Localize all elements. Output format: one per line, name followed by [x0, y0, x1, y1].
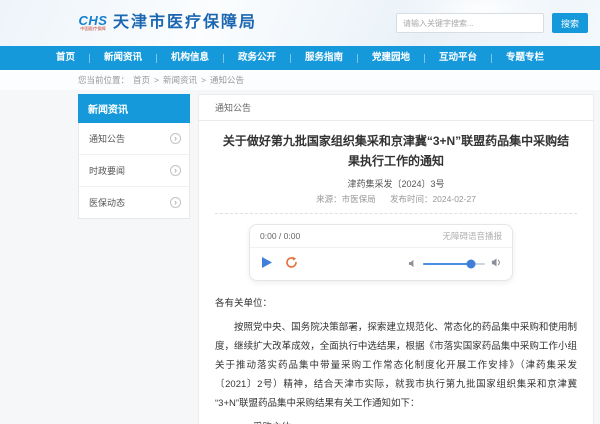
- nav-item-service-guide[interactable]: 服务指南: [291, 46, 357, 70]
- chs-logo-icon: CHS 中国医疗保障: [78, 14, 108, 32]
- sidebar-item-notices[interactable]: 通知公告 ›: [79, 123, 189, 155]
- chevron-right-icon: ›: [170, 133, 181, 144]
- breadcrumb-separator: >: [154, 75, 159, 85]
- replay-button[interactable]: [285, 256, 298, 272]
- article-meta: 来源：市医保局 发布时间：2024-02-27: [215, 193, 577, 205]
- breadcrumb: 您当前位置： 首页 > 新闻资讯 > 通知公告: [0, 70, 600, 90]
- breadcrumb-separator: >: [201, 75, 206, 85]
- nav-item-special-topics[interactable]: 专题专栏: [492, 46, 558, 70]
- nav-item-news[interactable]: 新闻资讯: [90, 46, 156, 70]
- nav-item-party[interactable]: 党建园地: [358, 46, 424, 70]
- sidebar-title: 新闻资讯: [78, 94, 190, 123]
- search-input[interactable]: [396, 13, 544, 33]
- category-label: 通知公告: [199, 95, 593, 121]
- sidebar-item-label: 通知公告: [89, 132, 125, 145]
- article-body: 各有关单位： 按照党中央、国务院决策部署，探索建立规范化、常态化的药品集中采购和…: [215, 294, 577, 424]
- play-button[interactable]: [260, 256, 273, 272]
- logo-subtext: 中国医疗保障: [80, 27, 106, 31]
- breadcrumb-section[interactable]: 新闻资讯: [163, 74, 197, 86]
- search-button[interactable]: 搜索: [552, 13, 588, 33]
- breadcrumb-current[interactable]: 通知公告: [210, 74, 244, 86]
- replay-icon: [285, 256, 298, 272]
- volume-control: [408, 255, 502, 273]
- nav-item-interaction[interactable]: 互动平台: [425, 46, 491, 70]
- audio-time: 0:00 / 0:00: [260, 231, 300, 241]
- nav-item-org-info[interactable]: 机构信息: [157, 46, 223, 70]
- section-heading-1: 一、采购主体: [215, 418, 577, 424]
- sidebar-menu: 通知公告 › 时政要闻 › 医保动态 ›: [78, 123, 190, 219]
- search-box: 搜索: [396, 13, 588, 33]
- volume-fill: [423, 263, 471, 265]
- site-header: CHS 中国医疗保障 天津市医疗保障局 搜索: [0, 0, 600, 46]
- site-logo[interactable]: CHS 中国医疗保障 天津市医疗保障局: [78, 14, 257, 32]
- nav-item-home[interactable]: 首页: [42, 46, 89, 70]
- paragraph-salutation: 各有关单位：: [215, 294, 577, 313]
- audio-player-controls: [250, 248, 512, 280]
- volume-slider[interactable]: [423, 263, 485, 265]
- site-title: 天津市医疗保障局: [113, 14, 257, 32]
- logo-abbr: CHS: [79, 14, 108, 27]
- paragraph-intro: 按照党中央、国务院决策部署，探索建立规范化、常态化的药品集中采购和使用制度，继续…: [215, 318, 577, 413]
- play-icon: [260, 256, 273, 272]
- main-nav: 首页 新闻资讯 机构信息 政务公开 服务指南 党建园地 互动平台 专题专栏: [0, 46, 600, 70]
- sidebar-item-label: 医保动态: [89, 196, 125, 209]
- volume-thumb[interactable]: [467, 259, 476, 268]
- document-number: 津药集采发〔2024〕3号: [215, 177, 577, 190]
- article-publish-time: 发布时间：2024-02-27: [390, 194, 476, 204]
- content-area: 新闻资讯 通知公告 › 时政要闻 › 医保动态 › 通知公告 关于做好第九批国家…: [0, 90, 600, 424]
- volume-low-icon: [408, 255, 417, 273]
- volume-high-icon: [491, 255, 502, 273]
- breadcrumb-home[interactable]: 首页: [133, 74, 150, 86]
- article-source: 来源：市医保局: [316, 194, 376, 204]
- audio-player: 0:00 / 0:00 无障碍语音播报: [249, 224, 513, 281]
- chevron-right-icon: ›: [170, 197, 181, 208]
- sidebar-item-label: 时政要闻: [89, 164, 125, 177]
- article-title: 关于做好第九批国家组织集采和京津冀“3+N”联盟药品集中采购结果执行工作的通知: [217, 132, 575, 172]
- chevron-right-icon: ›: [170, 165, 181, 176]
- breadcrumb-prefix: 您当前位置：: [78, 74, 129, 86]
- article-panel: 通知公告 关于做好第九批国家组织集采和京津冀“3+N”联盟药品集中采购结果执行工…: [198, 94, 594, 424]
- divider: [215, 213, 577, 214]
- audio-player-header: 0:00 / 0:00 无障碍语音播报: [250, 225, 512, 248]
- audio-caption: 无障碍语音播报: [442, 230, 502, 242]
- sidebar-item-medical-news[interactable]: 医保动态 ›: [79, 187, 189, 218]
- nav-item-gov-affairs[interactable]: 政务公开: [224, 46, 290, 70]
- sidebar: 新闻资讯 通知公告 › 时政要闻 › 医保动态 ›: [78, 94, 190, 219]
- sidebar-item-current-affairs[interactable]: 时政要闻 ›: [79, 155, 189, 187]
